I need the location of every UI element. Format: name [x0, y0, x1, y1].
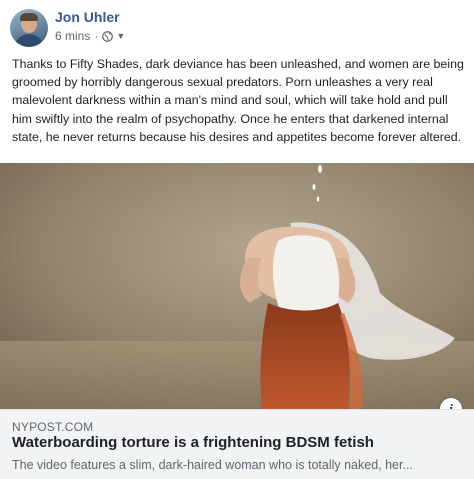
link-preview[interactable]: NYPOST.COM Waterboarding torture is a fr…: [0, 409, 474, 479]
link-title[interactable]: Waterboarding torture is a frightening B…: [12, 434, 374, 451]
link-preview-image[interactable]: [0, 163, 474, 409]
avatar[interactable]: [10, 9, 48, 47]
author-name[interactable]: Jon Uhler: [55, 9, 120, 25]
post-text: Thanks to Fifty Shades, dark deviance ha…: [12, 57, 464, 144]
globe-icon[interactable]: [102, 30, 114, 42]
link-domain: NYPOST.COM: [12, 420, 94, 434]
post-header: Jon Uhler 6 mins · ▼: [0, 0, 474, 52]
link-description: The video features a slim, dark-haired w…: [12, 458, 413, 472]
caret-down-icon[interactable]: ▼: [116, 31, 125, 41]
facebook-post: Jon Uhler 6 mins · ▼ Thanks to Fifty Sha…: [0, 0, 474, 479]
post-timestamp[interactable]: 6 mins: [55, 29, 90, 43]
meta-separator: ·: [94, 29, 99, 43]
post-meta: 6 mins · ▼: [55, 29, 125, 43]
